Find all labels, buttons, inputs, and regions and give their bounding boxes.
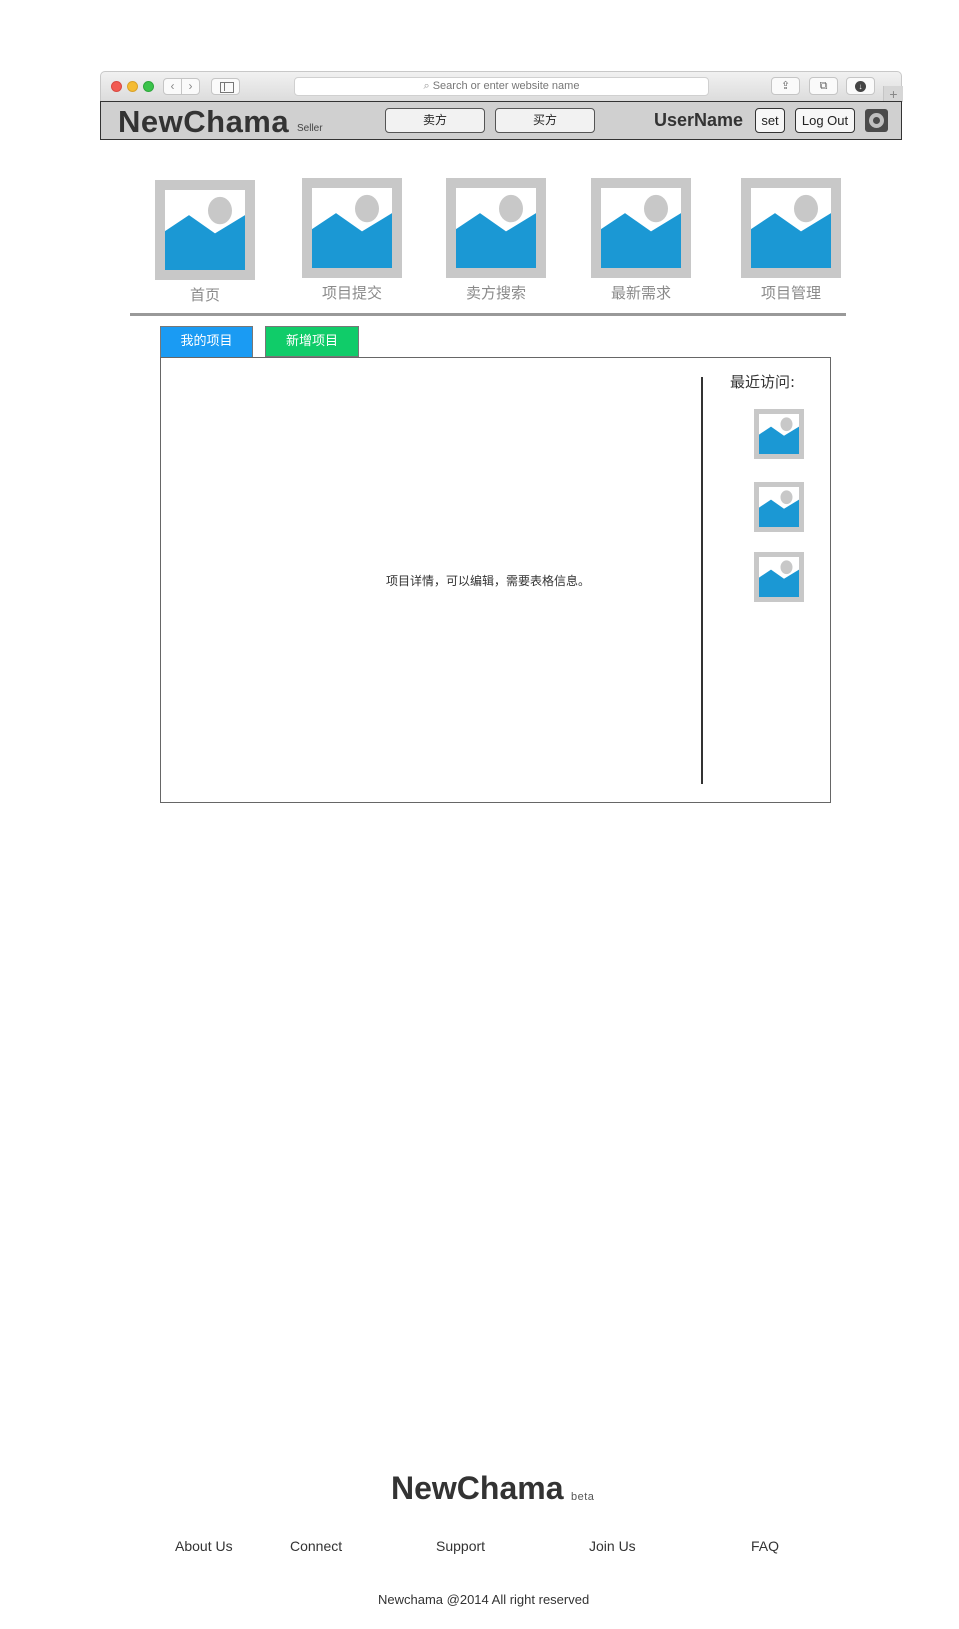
nav-home-image[interactable]	[155, 180, 255, 280]
tabs-icon: ⧉	[819, 80, 828, 92]
project-detail-text[interactable]: 项目详情，可以编辑，需要表格信息。	[386, 572, 590, 589]
nav-label-seller-search[interactable]: 卖方搜索	[436, 282, 556, 303]
settings-button[interactable]: set	[755, 108, 785, 133]
nav-divider	[130, 313, 846, 316]
minimize-window-icon[interactable]	[127, 81, 138, 92]
zoom-window-icon[interactable]	[143, 81, 154, 92]
share-button[interactable]: ⇪	[771, 77, 800, 95]
buyer-button[interactable]: 买方	[495, 108, 595, 133]
panel-divider	[701, 377, 703, 784]
share-icon: ⇪	[780, 80, 791, 92]
footer-logo: NewChama	[391, 1470, 564, 1506]
footer-link-faq[interactable]: FAQ	[751, 1538, 779, 1554]
image-placeholder-icon	[759, 490, 799, 527]
back-button[interactable]: ‹	[163, 78, 182, 95]
nav-submit-image[interactable]	[302, 178, 402, 278]
image-placeholder-icon	[601, 194, 681, 268]
forward-button[interactable]: ›	[181, 78, 200, 95]
image-placeholder-icon	[759, 560, 799, 597]
nav-latest-demand-image[interactable]	[591, 178, 691, 278]
image-placeholder-icon	[312, 194, 392, 268]
recent-visits-title: 最近访问:	[730, 373, 796, 391]
footer-link-support[interactable]: Support	[436, 1538, 485, 1554]
new-tab-button[interactable]: +	[883, 86, 903, 102]
logout-button[interactable]: Log Out	[795, 108, 855, 133]
close-window-icon[interactable]	[111, 81, 122, 92]
address-bar[interactable]: ⌕ Search or enter website name	[294, 77, 709, 96]
footer-link-join[interactable]: Join Us	[589, 1538, 636, 1554]
show-tabs-button[interactable]: ⧉	[809, 77, 838, 95]
address-placeholder: Search or enter website name	[432, 80, 580, 92]
sidebar-toggle-button[interactable]	[211, 78, 240, 95]
app-header: NewChama Seller 卖方 买方 UserName set Log O…	[100, 101, 902, 140]
image-placeholder-icon	[751, 194, 831, 268]
nav-label-project-manage[interactable]: 项目管理	[731, 282, 851, 303]
chevron-right-icon: ›	[188, 79, 193, 93]
tab-my-projects[interactable]: 我的项目	[160, 326, 253, 357]
recent-item-3[interactable]	[754, 552, 804, 602]
nav-seller-search-image[interactable]	[446, 178, 546, 278]
recent-item-1[interactable]	[754, 409, 804, 459]
image-placeholder-icon	[456, 194, 536, 268]
recent-item-2[interactable]	[754, 482, 804, 532]
download-icon: ↓	[855, 81, 866, 92]
image-placeholder-icon	[165, 196, 245, 270]
nav-label-latest-demand[interactable]: 最新需求	[581, 282, 701, 303]
logo-subtitle: Seller	[297, 123, 323, 134]
footer-link-about[interactable]: About Us	[175, 1538, 233, 1554]
image-placeholder-icon	[759, 417, 799, 454]
nav-label-home[interactable]: 首页	[145, 284, 265, 305]
nav-label-submit[interactable]: 项目提交	[292, 282, 412, 303]
nav-project-manage-image[interactable]	[741, 178, 841, 278]
footer-link-connect[interactable]: Connect	[290, 1538, 342, 1554]
project-detail-panel: 项目详情，可以编辑，需要表格信息。 最近访问:	[160, 357, 831, 803]
copyright-text: Newchama @2014 All right reserved	[378, 1592, 590, 1607]
avatar[interactable]	[865, 109, 888, 132]
plus-icon: +	[889, 86, 898, 102]
site-logo[interactable]: NewChama	[118, 104, 289, 140]
chevron-left-icon: ‹	[170, 79, 175, 93]
username-label: UserName	[654, 110, 744, 130]
search-icon: ⌕	[423, 80, 430, 92]
browser-toolbar: ‹ › ⌕ Search or enter website name ⇪ ⧉ ↓ …	[100, 71, 903, 102]
downloads-button[interactable]: ↓	[846, 77, 875, 95]
seller-button[interactable]: 卖方	[385, 108, 485, 133]
tab-new-project[interactable]: 新增项目	[265, 326, 359, 357]
footer-beta-label: beta	[571, 1491, 595, 1503]
